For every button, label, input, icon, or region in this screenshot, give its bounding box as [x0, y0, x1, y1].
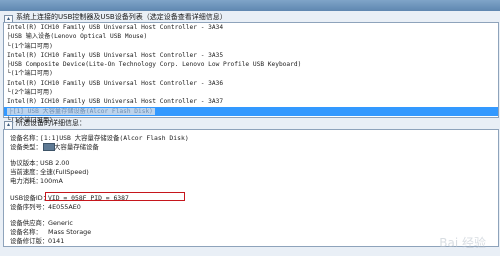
list-item[interactable]: └(2个端口可用): [4, 88, 498, 97]
device-type-value: 大容量存储设备: [54, 143, 99, 151]
power-row: 电力消耗： 100mA: [10, 177, 63, 185]
speed-row: 当前速度： 全速(FullSpeed): [10, 168, 89, 176]
list-item[interactable]: Intel(R) ICH10 Family USB Universal Host…: [4, 79, 498, 88]
protocol-value: USB 2.00: [40, 159, 70, 167]
vendor-value: Generic: [48, 219, 73, 227]
revision-row: 设备修订版： 0141: [10, 237, 65, 245]
revision-value: 0141: [48, 237, 65, 245]
list-item[interactable]: ├USB 输入设备(Lenovo Optical USB Mouse): [4, 32, 498, 41]
product-value: Mass Storage: [48, 228, 92, 236]
product-row: 设备名称： Mass Storage: [10, 228, 92, 236]
device-tree-list[interactable]: Intel(R) ICH10 Family USB Universal Host…: [3, 22, 499, 124]
speed-value: 全速(FullSpeed): [40, 168, 89, 176]
usb-id-highlight-box: [45, 192, 185, 201]
selected-device-label: ├[1] USB 大容量存储设备(Alcor Flash Disk): [7, 107, 155, 115]
protocol-row: 协议版本： USB 2.00: [10, 159, 70, 167]
window-titlebar: [0, 0, 500, 11]
power-value: 100mA: [40, 177, 63, 185]
list-item[interactable]: └(1个端口可用): [4, 42, 498, 51]
device-type-row: 设备类型： 大容量存储设备: [10, 143, 99, 151]
device-details-panel: 设备名称： [1:1]USB 大容量存储设备(Alcor Flash Disk)…: [3, 129, 499, 247]
details-header[interactable]: ▴ 所选设备的详细信息：: [4, 118, 86, 130]
list-item[interactable]: Intel(R) ICH10 Family USB Universal Host…: [4, 23, 498, 32]
watermark: Bai 经验: [439, 236, 486, 250]
serial-row: 设备序列号： 4E055AE0: [10, 203, 81, 211]
device-list-header[interactable]: ▴ 系统上连接的USB控制器及USB设备列表（选定设备查看详细信息）: [4, 12, 227, 24]
list-item[interactable]: Intel(R) ICH10 Family USB Universal Host…: [4, 51, 498, 60]
device-name-row: 设备名称： [1:1]USB 大容量存储设备(Alcor Flash Disk): [10, 134, 189, 142]
storage-drive-icon: [43, 143, 55, 151]
list-item[interactable]: └(1个端口可用): [4, 69, 498, 78]
list-item[interactable]: ├USB Composite Device(Lite-On Technology…: [4, 60, 498, 69]
main-panel: ▴ 系统上连接的USB控制器及USB设备列表（选定设备查看详细信息） Intel(…: [0, 11, 500, 256]
vendor-row: 设备供应商： Generic: [10, 219, 73, 227]
list-item[interactable]: Intel(R) ICH10 Family USB Universal Host…: [4, 97, 498, 106]
device-name-value: [1:1]USB 大容量存储设备(Alcor Flash Disk): [40, 134, 189, 142]
serial-value: 4E055AE0: [48, 203, 81, 211]
list-item-selected[interactable]: ├[1] USB 大容量存储设备(Alcor Flash Disk): [4, 106, 498, 116]
